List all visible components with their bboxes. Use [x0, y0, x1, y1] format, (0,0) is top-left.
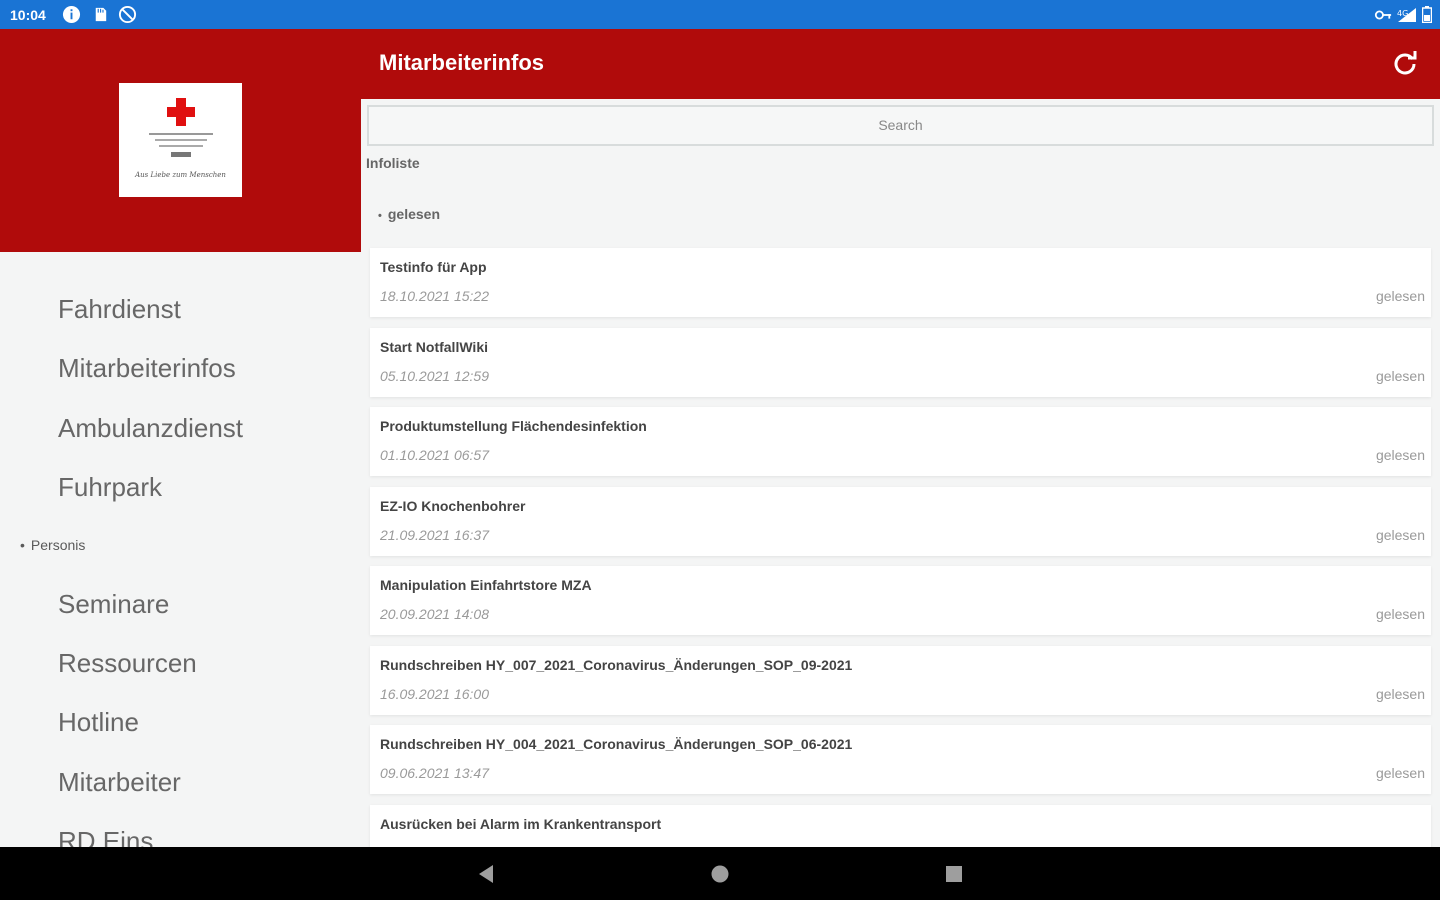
info-circle-icon [62, 5, 81, 24]
home-icon[interactable] [707, 861, 733, 887]
bullet: • [378, 210, 382, 222]
item-date: 21.09.2021 16:37 [380, 526, 489, 543]
item-date: 16.09.2021 16:00 [380, 685, 489, 702]
info-list: Testinfo für App 18.10.2021 15:22 gelese… [370, 248, 1431, 847]
item-date: 20.09.2021 14:08 [380, 606, 489, 622]
organization-logo: Aus Liebe zum Menschen [119, 83, 242, 197]
status-icons-right: 4G [1374, 5, 1432, 24]
item-status: gelesen [1375, 685, 1425, 702]
nav-item-ressourcen[interactable]: Ressourcen [58, 648, 197, 679]
signal-icon: 4G [1397, 7, 1416, 22]
item-date: 01.10.2021 06:57 [380, 447, 489, 463]
list-item[interactable]: Rundschreiben HY_004_2021_Coronavirus_Än… [370, 725, 1431, 794]
list-item[interactable]: Ausrücken bei Alarm im Krankentransport [370, 804, 1431, 847]
page-title: Mitarbeiterinfos [379, 50, 545, 75]
nav-item-ambulanzdienst[interactable]: Ambulanzdienst [58, 413, 243, 444]
item-status: gelesen [1375, 447, 1425, 463]
nav-item-hotline[interactable]: Hotline [58, 707, 139, 738]
drawer-header: Aus Liebe zum Menschen [0, 29, 361, 252]
list-item[interactable]: Rundschreiben HY_007_2021_Coronavirus_Än… [370, 645, 1431, 715]
list-item[interactable]: Start NotfallWiki 05.10.2021 12:59 geles… [370, 327, 1431, 397]
item-date: 09.06.2021 13:47 [380, 765, 489, 781]
item-title: EZ-IO Knochenbohrer [380, 497, 526, 514]
item-status: gelesen [1375, 606, 1425, 622]
bullet: • [20, 537, 25, 553]
list-item[interactable]: Produktumstellung Flächendesinfektion 01… [370, 407, 1431, 476]
item-title: Testinfo für App [380, 259, 487, 275]
nav-item-mitarbeiter[interactable]: Mitarbeiter [58, 767, 181, 798]
nav-item-fahrdienst[interactable]: Fahrdienst [58, 294, 181, 325]
nav-section-personis: • Personis [20, 537, 85, 553]
nav-item-seminare[interactable]: Seminare [58, 589, 169, 620]
item-status: gelesen [1375, 367, 1425, 384]
item-title: Ausrücken bei Alarm im Krankentransport [380, 815, 662, 832]
status-bar: 10:04 4G [0, 0, 1440, 29]
back-icon[interactable] [473, 861, 499, 887]
logo-caption: Aus Liebe zum Menschen [135, 171, 226, 179]
system-nav-bar [0, 847, 1440, 900]
app-bar: Mitarbeiterinfos [361, 29, 1440, 99]
recents-icon[interactable] [941, 861, 967, 887]
item-title: Manipulation Einfahrtstore MZA [380, 577, 592, 593]
svg-text:4G: 4G [1397, 9, 1408, 18]
list-item[interactable]: Testinfo für App 18.10.2021 15:22 gelese… [370, 248, 1431, 317]
main-content: Search Infoliste • gelesen Testinfo für A… [361, 99, 1440, 847]
nav-item-mitarbeiterinfos[interactable]: Mitarbeiterinfos [58, 353, 236, 384]
item-title: Rundschreiben HY_004_2021_Coronavirus_Än… [380, 736, 853, 752]
battery-icon [1422, 6, 1432, 23]
nav-item-fuhrpark[interactable]: Fuhrpark [58, 472, 162, 503]
item-status: gelesen [1375, 526, 1425, 543]
list-item[interactable]: EZ-IO Knochenbohrer 21.09.2021 16:37 gel… [370, 486, 1431, 556]
item-status: gelesen [1375, 765, 1425, 781]
item-title: Start NotfallWiki [380, 338, 488, 355]
list-item[interactable]: Manipulation Einfahrtstore MZA 20.09.202… [370, 566, 1431, 635]
status-time: 10:04 [10, 7, 46, 23]
red-cross-logo-icon [149, 98, 213, 157]
search-input[interactable]: Search [367, 105, 1434, 146]
navigation-drawer: Aus Liebe zum Menschen Fahrdienst Mitarb… [0, 29, 361, 847]
nav-item-rd-eins[interactable]: RD Eins [58, 826, 153, 847]
item-date: 18.10.2021 15:22 [380, 288, 489, 304]
group-header-gelesen[interactable]: • gelesen [378, 206, 440, 222]
vpn-key-icon [1374, 10, 1392, 19]
item-title: Produktumstellung Flächendesinfektion [380, 418, 647, 434]
group-header-label: gelesen [387, 206, 440, 222]
sd-card-icon [95, 7, 107, 22]
refresh-icon[interactable] [1390, 49, 1420, 79]
blocked-circle-icon [118, 5, 137, 24]
nav-section-label: Personis [30, 537, 86, 553]
item-title: Rundschreiben HY_007_2021_Coronavirus_Än… [380, 656, 853, 673]
item-status: gelesen [1375, 288, 1425, 304]
section-label-infoliste: Infoliste [366, 155, 420, 171]
item-date: 05.10.2021 12:59 [380, 367, 489, 384]
